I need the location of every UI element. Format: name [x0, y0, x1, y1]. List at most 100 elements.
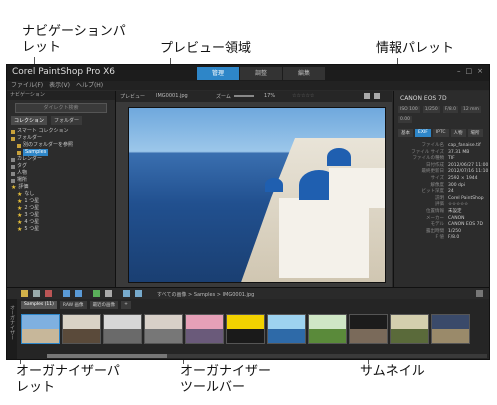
- thumbnail-strip: [21, 314, 470, 344]
- property-row: 解像度 300 dpi: [430, 182, 465, 188]
- preview-filename: IMG0001.jpg: [156, 93, 188, 99]
- rating-stars[interactable]: ☆☆☆☆☆: [292, 93, 314, 99]
- tree-item[interactable]: 別のフォルダーを参照: [11, 142, 115, 149]
- delete-icon[interactable]: [45, 290, 52, 297]
- thumbnail[interactable]: [390, 314, 429, 344]
- tab-samples[interactable]: Samples (11): [21, 301, 57, 309]
- thumbnail[interactable]: [226, 314, 265, 344]
- preview-toolbar: プレビュー IMG0001.jpg ズーム 17% ☆☆☆☆☆: [116, 91, 392, 102]
- workspace-tabs: 管理 調整 編集: [197, 67, 326, 80]
- collapse-icon[interactable]: [476, 290, 483, 297]
- tab-people[interactable]: 人物: [450, 129, 466, 137]
- thumbnail-scrollbar[interactable]: [47, 354, 487, 358]
- exif-aperture: F/8.0: [442, 106, 458, 113]
- tree-item[interactable]: ★ 5 つ星: [11, 226, 115, 233]
- callout-thumbnail: サムネイル: [360, 364, 425, 379]
- tab-manage[interactable]: 管理: [197, 67, 239, 80]
- tree-item[interactable]: Samples: [11, 149, 115, 156]
- menu-view[interactable]: 表示(V): [49, 81, 70, 90]
- preview-label: プレビュー: [120, 94, 146, 100]
- tag-icon[interactable]: [105, 290, 112, 297]
- property-row: 説明 Corel PaintShop: [435, 195, 484, 201]
- zoom-slider[interactable]: [234, 95, 254, 97]
- undo-icon[interactable]: [123, 290, 130, 297]
- thumbnail[interactable]: [431, 314, 470, 344]
- zoom-value: 17%: [264, 93, 276, 99]
- scrollbar-thumb[interactable]: [47, 354, 167, 358]
- add-tab-button[interactable]: +: [121, 301, 131, 309]
- zoom-label: ズーム: [216, 94, 231, 100]
- tree-item[interactable]: 場所: [11, 177, 115, 184]
- tree-item[interactable]: 人物: [11, 170, 115, 177]
- organizer-palette: すべての画像 > Samples > IMG0001.jpg オーガナイザー S…: [7, 287, 489, 359]
- thumbnail[interactable]: [185, 314, 224, 344]
- menu-file[interactable]: ファイル(F): [11, 81, 43, 90]
- fullscreen-icon[interactable]: [374, 93, 380, 99]
- thumbnail[interactable]: [349, 314, 388, 344]
- folder-icon: [11, 136, 15, 141]
- tab-adjust[interactable]: 調整: [240, 67, 282, 80]
- camera-model: CANON EOS 7D: [400, 95, 447, 102]
- view-mode-icon[interactable]: [364, 93, 370, 99]
- exif-shutter: 1/250: [422, 106, 440, 113]
- close-icon[interactable]: ×: [477, 67, 483, 75]
- app-title: Corel PaintShop Pro X6: [12, 67, 115, 77]
- exif-ev: 0.00: [398, 116, 413, 123]
- thumbnail[interactable]: [144, 314, 183, 344]
- copy-icon[interactable]: [33, 290, 40, 297]
- image-building: [279, 198, 369, 278]
- location-icon: [11, 178, 15, 183]
- tree-item[interactable]: ★ 評価: [11, 184, 115, 191]
- thumbnail[interactable]: [308, 314, 347, 344]
- star-icon: ★: [17, 219, 23, 226]
- tab-edit[interactable]: 編集: [283, 67, 325, 80]
- tree-item[interactable]: フォルダー: [11, 135, 115, 142]
- tree-item[interactable]: ★ 1 つ星: [11, 198, 115, 205]
- menu-help[interactable]: ヘルプ(H): [76, 81, 103, 90]
- rotate-right-icon[interactable]: [75, 290, 82, 297]
- property-row: ビット深度 24: [421, 189, 454, 195]
- thumbnail[interactable]: [103, 314, 142, 344]
- tab-folders[interactable]: フォルダー: [51, 116, 83, 125]
- property-row: モデル CANON EOS 7D: [430, 222, 483, 228]
- minimize-icon[interactable]: –: [457, 67, 461, 75]
- tab-places[interactable]: 場所: [467, 129, 483, 137]
- tab-collections[interactable]: コレクション: [11, 116, 48, 125]
- tree-item[interactable]: ★ なし: [11, 191, 115, 198]
- paintshop-window: Corel PaintShop Pro X6 管理 調整 編集 – □ × ファ…: [6, 64, 490, 360]
- tree-item[interactable]: ★ 4 つ星: [11, 219, 115, 226]
- person-icon: [11, 171, 15, 176]
- nav-tree: スマート コレクション フォルダー 別のフォルダーを参照 Samples カレン…: [7, 128, 115, 233]
- organizer-side-tab[interactable]: オーガナイザー: [7, 299, 17, 359]
- tree-item[interactable]: ★ 2 つ星: [11, 205, 115, 212]
- tab-iptc[interactable]: IPTC: [432, 129, 449, 137]
- organizer-path: すべての画像 > Samples > IMG0001.jpg: [157, 292, 255, 298]
- exif-iso: ISO 100: [398, 106, 420, 113]
- tree-item[interactable]: スマート コレクション: [11, 128, 115, 135]
- property-row: 位置情報 未設定: [426, 208, 462, 214]
- tab-recent-images[interactable]: 最近の画像: [89, 301, 119, 309]
- share-icon[interactable]: [93, 290, 100, 297]
- tab-exif[interactable]: EXIF: [415, 129, 431, 137]
- redo-icon[interactable]: [135, 290, 142, 297]
- thumbnail[interactable]: [62, 314, 101, 344]
- tab-basic[interactable]: 基本: [398, 129, 413, 137]
- property-row: 最終更新日 2012/07/16 11:10: [421, 169, 489, 175]
- maximize-icon[interactable]: □: [466, 67, 473, 75]
- star-icon: ★: [17, 205, 23, 212]
- tree-item[interactable]: タグ: [11, 163, 115, 170]
- tree-item[interactable]: ★ 3 つ星: [11, 212, 115, 219]
- thumbnail[interactable]: [21, 314, 60, 344]
- tab-raw-images[interactable]: RAW 画像: [59, 301, 87, 309]
- menu-bar: ファイル(F) 表示(V) ヘルプ(H): [7, 81, 489, 90]
- select-all-icon[interactable]: [21, 290, 28, 297]
- navigation-palette: ナビゲーション ダイレクト検索 コレクション フォルダー スマート コレクション…: [7, 91, 116, 287]
- rotate-left-icon[interactable]: [63, 290, 70, 297]
- search-input[interactable]: ダイレクト検索: [15, 103, 107, 113]
- callout-preview-area: プレビュー領域: [160, 41, 252, 56]
- thumbnail[interactable]: [267, 314, 306, 344]
- tag-icon: [11, 164, 15, 169]
- tree-item[interactable]: カレンダー: [11, 156, 115, 163]
- info-palette: CANON EOS 7D ISO 100 1/250 F/8.0 12 mm 0…: [393, 91, 489, 287]
- preview-image: [128, 107, 386, 283]
